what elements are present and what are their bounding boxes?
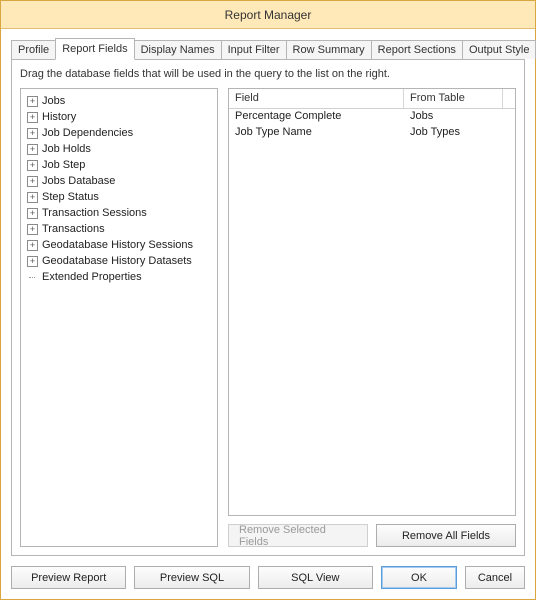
expand-icon[interactable]: + xyxy=(27,192,38,203)
column-header-from-table[interactable]: From Table xyxy=(404,89,503,108)
column-header-field[interactable]: Field xyxy=(229,89,404,108)
list-row[interactable]: Percentage Complete Jobs xyxy=(229,109,515,125)
cell-from-table: Jobs xyxy=(404,109,515,125)
tab-output-style[interactable]: Output Style xyxy=(462,40,536,59)
split-container: +Jobs +History +Job Dependencies +Job Ho… xyxy=(20,88,516,547)
tree-item-jobs-database[interactable]: +Jobs Database xyxy=(23,173,215,189)
expand-icon[interactable]: + xyxy=(27,128,38,139)
expand-icon[interactable]: + xyxy=(27,224,38,235)
dialog-buttons-row: Preview Report Preview SQL SQL View OK C… xyxy=(11,566,525,589)
list-body: Percentage Complete Jobs Job Type Name J… xyxy=(229,109,515,515)
tree-item-jobs[interactable]: +Jobs xyxy=(23,93,215,109)
expand-icon[interactable]: + xyxy=(27,144,38,155)
remove-selected-fields-button: Remove Selected Fields xyxy=(228,524,368,547)
preview-sql-button[interactable]: Preview SQL xyxy=(134,566,249,589)
leaf-icon xyxy=(27,272,38,283)
tab-report-sections[interactable]: Report Sections xyxy=(371,40,463,59)
tab-row-summary[interactable]: Row Summary xyxy=(286,40,372,59)
tree-item-step-status[interactable]: +Step Status xyxy=(23,189,215,205)
tab-panel-report-fields: Drag the database fields that will be us… xyxy=(11,59,525,556)
tree-item-extended-properties[interactable]: Extended Properties xyxy=(23,269,215,285)
list-header: Field From Table xyxy=(229,89,515,109)
tree-item-job-step[interactable]: +Job Step xyxy=(23,157,215,173)
tree-item-job-holds[interactable]: +Job Holds xyxy=(23,141,215,157)
titlebar: Report Manager xyxy=(1,1,535,29)
tabstrip: Profile Report Fields Display Names Inpu… xyxy=(11,37,525,59)
tree-item-geodatabase-history-sessions[interactable]: +Geodatabase History Sessions xyxy=(23,237,215,253)
expand-icon[interactable]: + xyxy=(27,112,38,123)
tree-item-geodatabase-history-datasets[interactable]: +Geodatabase History Datasets xyxy=(23,253,215,269)
ok-button[interactable]: OK xyxy=(381,566,457,589)
remove-all-fields-button[interactable]: Remove All Fields xyxy=(376,524,516,547)
expand-icon[interactable]: + xyxy=(27,96,38,107)
cell-from-table: Job Types xyxy=(404,125,515,141)
tab-input-filter[interactable]: Input Filter xyxy=(221,40,287,59)
expand-icon[interactable]: + xyxy=(27,176,38,187)
tab-profile[interactable]: Profile xyxy=(11,40,56,59)
client-area: Profile Report Fields Display Names Inpu… xyxy=(1,29,535,599)
remove-buttons-row: Remove Selected Fields Remove All Fields xyxy=(228,524,516,547)
expand-icon[interactable]: + xyxy=(27,240,38,251)
tree-item-transaction-sessions[interactable]: +Transaction Sessions xyxy=(23,205,215,221)
cell-field: Percentage Complete xyxy=(229,109,404,125)
cell-field: Job Type Name xyxy=(229,125,404,141)
selected-fields-list[interactable]: Field From Table Percentage Complete Job… xyxy=(228,88,516,516)
instruction-text: Drag the database fields that will be us… xyxy=(20,68,516,80)
expand-icon[interactable]: + xyxy=(27,256,38,267)
tab-report-fields[interactable]: Report Fields xyxy=(55,38,134,60)
list-row[interactable]: Job Type Name Job Types xyxy=(229,125,515,141)
tree-item-history[interactable]: +History xyxy=(23,109,215,125)
tree-item-transactions[interactable]: +Transactions xyxy=(23,221,215,237)
sql-view-button[interactable]: SQL View xyxy=(258,566,373,589)
tree-item-job-dependencies[interactable]: +Job Dependencies xyxy=(23,125,215,141)
expand-icon[interactable]: + xyxy=(27,160,38,171)
database-fields-tree[interactable]: +Jobs +History +Job Dependencies +Job Ho… xyxy=(20,88,218,547)
window-title: Report Manager xyxy=(225,8,312,22)
report-manager-window: Report Manager Profile Report Fields Dis… xyxy=(0,0,536,600)
preview-report-button[interactable]: Preview Report xyxy=(11,566,126,589)
cancel-button[interactable]: Cancel xyxy=(465,566,525,589)
column-header-spacer xyxy=(503,89,515,108)
tab-display-names[interactable]: Display Names xyxy=(134,40,222,59)
expand-icon[interactable]: + xyxy=(27,208,38,219)
selected-fields-column: Field From Table Percentage Complete Job… xyxy=(228,88,516,547)
